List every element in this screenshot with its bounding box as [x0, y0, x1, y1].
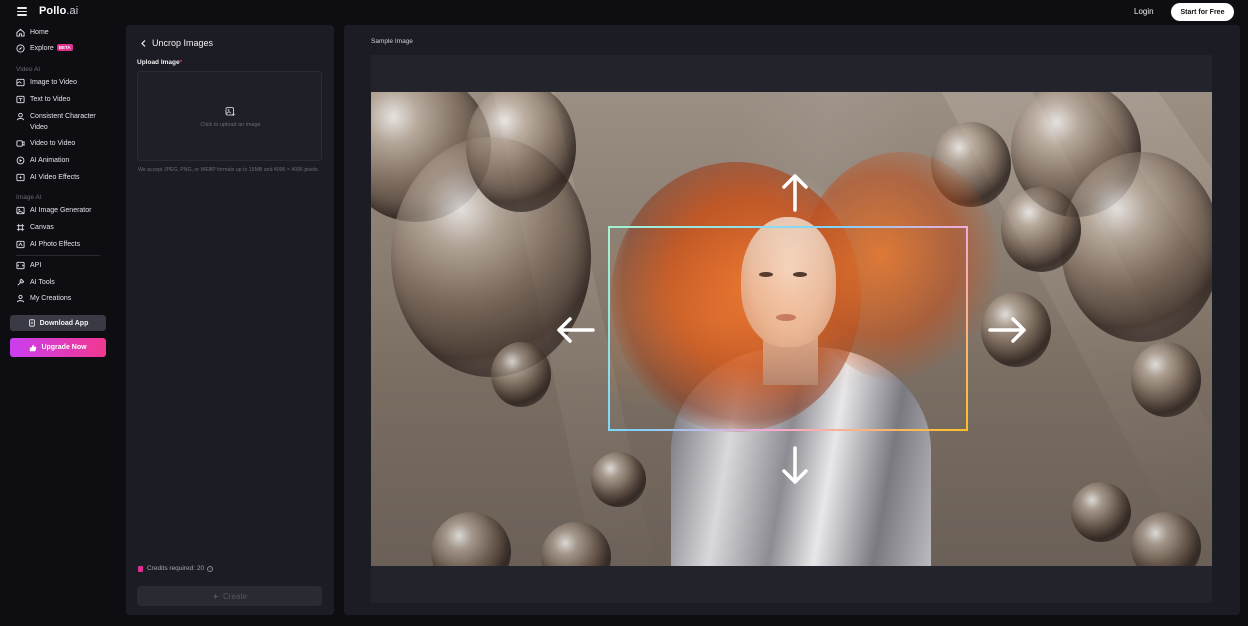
sidebar-item-ai-tools[interactable]: AI Tools	[16, 278, 55, 292]
download-icon	[28, 319, 36, 327]
compass-icon	[16, 44, 25, 53]
panel-header: Uncrop Images	[140, 38, 213, 48]
sidebar-item-ai-video-effects[interactable]: AI Video Effects	[16, 173, 80, 187]
photo-effects-icon	[16, 240, 25, 249]
back-chevron-icon[interactable]	[140, 39, 147, 48]
upgrade-now-button[interactable]: Upgrade Now	[10, 338, 106, 357]
upload-image-label: Upload Image*	[137, 59, 183, 66]
sidebar-item-explore[interactable]: Explore BETA	[16, 44, 73, 58]
login-link[interactable]: Login	[1134, 7, 1154, 16]
upload-dropzone[interactable]: Click to upload an image	[137, 71, 322, 161]
sidebar-item-video-to-video[interactable]: Video to Video	[16, 139, 75, 153]
sidebar-item-home[interactable]: Home	[16, 28, 49, 42]
sample-image-label: Sample Image	[371, 38, 413, 45]
sidebar-divider	[16, 255, 100, 256]
video-icon	[16, 139, 25, 148]
text-video-icon	[16, 95, 25, 104]
tools-icon	[16, 278, 25, 287]
sidebar-item-ai-image-generator[interactable]: AI Image Generator	[16, 206, 91, 220]
download-app-button[interactable]: Download App	[10, 315, 106, 331]
sidebar-item-ai-animation[interactable]: AI Animation	[16, 156, 69, 170]
sidebar: Home Explore BETA Video AI Image to Vide…	[0, 24, 118, 626]
home-icon	[16, 28, 25, 37]
panel-title: Uncrop Images	[152, 38, 214, 48]
start-for-free-button[interactable]: Start for Free	[1171, 3, 1234, 21]
section-label-image-ai: Image AI	[16, 194, 42, 201]
arrow-right-icon	[988, 316, 1028, 344]
upload-help-text: We accept JPEG, PNG, or WEBP formats up …	[138, 167, 320, 173]
section-label-video-ai: Video AI	[16, 66, 41, 73]
image-generator-icon	[16, 206, 25, 215]
sidebar-item-canvas[interactable]: Canvas	[16, 223, 54, 237]
sidebar-item-my-creations[interactable]: My Creations	[16, 294, 71, 308]
video-effects-icon	[16, 173, 25, 182]
info-icon[interactable]: i	[207, 565, 214, 572]
arrow-left-icon	[555, 316, 595, 344]
sidebar-item-consistent-character[interactable]: Consistent Character Video	[16, 112, 102, 132]
image-video-icon	[16, 78, 25, 87]
thumbs-up-icon	[29, 344, 37, 352]
creations-icon	[16, 294, 25, 303]
top-bar: Pollo.ai Login Start for Free	[0, 0, 1248, 24]
preview-panel: Sample Image	[344, 25, 1240, 615]
credit-icon	[138, 565, 143, 572]
canvas-icon	[16, 223, 25, 232]
credits-required: Credits required: 20 i	[138, 565, 214, 572]
logo[interactable]: Pollo.ai	[39, 5, 78, 17]
beta-badge: BETA	[56, 44, 73, 51]
api-icon	[16, 261, 25, 270]
upload-prompt: Click to upload an image	[200, 122, 261, 128]
menu-icon[interactable]	[17, 7, 27, 16]
original-crop-frame	[608, 226, 968, 431]
sparkle-icon	[212, 592, 219, 600]
sample-image	[371, 92, 1212, 566]
create-button[interactable]: Create	[137, 586, 322, 606]
sidebar-item-ai-photo-effects[interactable]: AI Photo Effects	[16, 240, 80, 254]
sidebar-item-image-to-video[interactable]: Image to Video	[16, 78, 77, 92]
sidebar-item-text-to-video[interactable]: Text to Video	[16, 95, 70, 109]
arrow-down-icon	[781, 446, 809, 486]
animation-icon	[16, 156, 25, 165]
upload-image-icon	[225, 104, 236, 116]
character-icon	[16, 112, 25, 121]
uncrop-tool-panel: Uncrop Images Upload Image* Click to upl…	[126, 25, 334, 615]
arrow-up-icon	[781, 172, 809, 212]
sidebar-item-api[interactable]: API	[16, 261, 41, 275]
